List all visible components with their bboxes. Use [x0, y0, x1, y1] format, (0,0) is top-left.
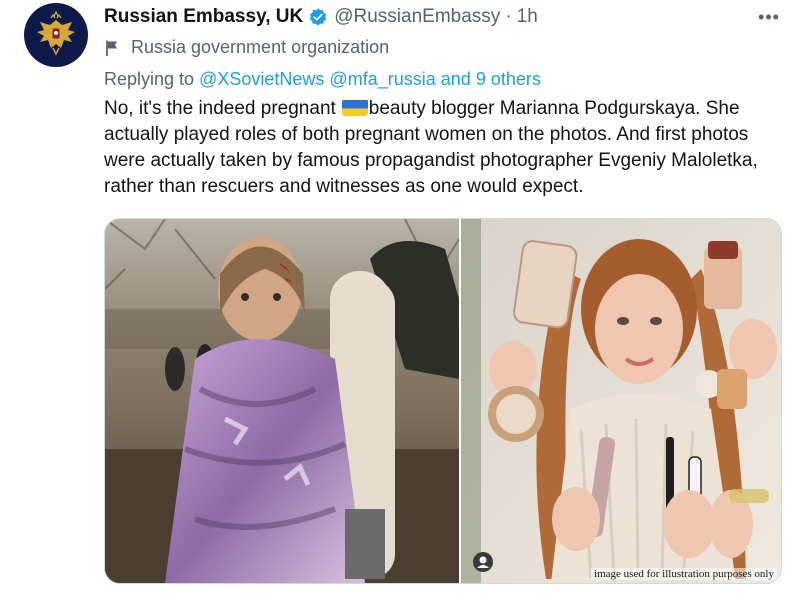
separator-dot: · — [505, 6, 512, 27]
replying-to-label: Replying to — [104, 69, 195, 89]
photo-left-image — [105, 219, 459, 583]
user-handle[interactable]: @RussianEmbassy — [334, 6, 500, 28]
photo-right-image — [461, 219, 781, 583]
reply-conjunction[interactable]: and — [441, 69, 471, 89]
tweet-text-start: No, it's the indeed pregnant — [104, 98, 336, 119]
reply-context: Replying to @XSovietNews @mfa_russia and… — [104, 69, 541, 90]
ukraine-flag-emoji — [341, 99, 368, 116]
photo-watermark-icon — [472, 551, 494, 573]
display-name[interactable]: Russian Embassy, UK — [104, 6, 303, 28]
reply-user-link[interactable]: @mfa_russia — [329, 69, 435, 89]
more-options-icon[interactable]: ••• — [752, 6, 786, 28]
verified-badge-icon — [308, 7, 328, 27]
russian-coat-of-arms-icon — [37, 10, 75, 56]
avatar[interactable] — [24, 3, 88, 67]
media-caption: image used for illustration purposes onl… — [591, 568, 777, 580]
media-container[interactable]: image used for illustration purposes onl… — [104, 218, 782, 584]
government-flag-icon — [106, 40, 117, 56]
tweet-header: Russian Embassy, UK @RussianEmbassy · 1h — [104, 5, 538, 29]
timestamp[interactable]: 1h — [517, 6, 538, 28]
photo-right[interactable]: image used for illustration purposes onl… — [461, 219, 781, 583]
tweet-text: No, it's the indeed pregnant beauty blogg… — [104, 96, 794, 200]
reply-others-link[interactable]: 9 others — [476, 69, 541, 89]
photo-left[interactable] — [105, 219, 459, 583]
reply-user-link[interactable]: @XSovietNews — [199, 69, 324, 89]
account-label-text: Russia government organization — [131, 37, 390, 57]
account-label: Russia government organization — [104, 37, 389, 58]
